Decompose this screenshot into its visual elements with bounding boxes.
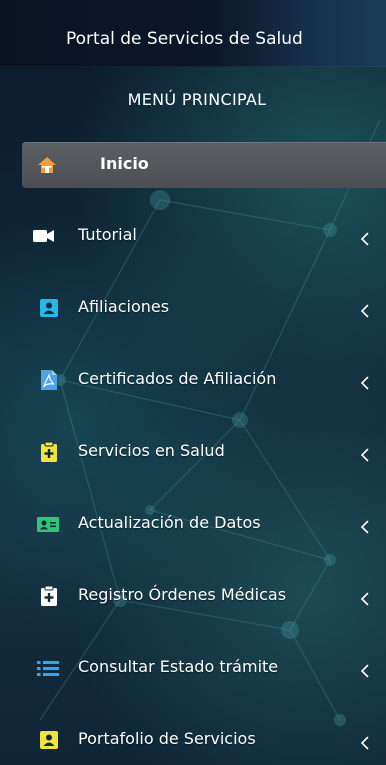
chevron-left-icon <box>360 232 370 246</box>
menu-item-label: Portafolio de Servicios <box>78 729 256 748</box>
chevron-left-icon <box>360 520 370 534</box>
home-icon <box>37 155 57 175</box>
menu-item-registro-ordenes[interactable]: Registro Órdenes Médicas <box>0 578 386 614</box>
chevron-left-icon <box>360 664 370 678</box>
medical-clipboard-icon <box>38 585 60 607</box>
menu-item-label: Registro Órdenes Médicas <box>78 585 287 604</box>
menu-item-actualizacion-datos[interactable]: Actualización de Datos <box>0 506 386 542</box>
menu-item-servicios-salud[interactable]: Servicios en Salud <box>0 434 386 470</box>
menu-item-consultar-estado[interactable]: Consultar Estado trámite <box>0 650 386 686</box>
menu-item-label: Consultar Estado trámite <box>78 657 279 676</box>
chevron-left-icon <box>360 376 370 390</box>
menu-header: MENÚ PRINCIPAL <box>127 90 267 109</box>
menu-item-portafolio[interactable]: Portafolio de Servicios <box>0 722 386 758</box>
medical-clipboard-icon <box>38 441 60 463</box>
id-badge-icon <box>38 729 60 751</box>
menu-item-label: Afiliaciones <box>78 297 170 316</box>
chevron-left-icon <box>360 448 370 462</box>
menu-item-label: Tutorial <box>78 225 137 244</box>
id-card-icon <box>36 513 59 535</box>
list-icon <box>36 657 59 679</box>
video-camera-icon <box>32 225 54 247</box>
menu-item-certificados[interactable]: Certificados de Afiliación <box>0 362 386 398</box>
pdf-file-icon <box>38 369 60 391</box>
brand-title: Portal de Servicios de Salud <box>66 29 303 49</box>
chevron-left-icon <box>360 304 370 318</box>
menu-item-label: Inicio <box>100 154 149 173</box>
chevron-left-icon <box>360 592 370 606</box>
menu-item-afiliaciones[interactable]: Afiliaciones <box>0 290 386 326</box>
menu-item-inicio[interactable]: Inicio <box>22 142 386 188</box>
sidebar: Portal de Servicios de Salud MENÚ PRINCI… <box>0 0 386 765</box>
menu-item-label: Actualización de Datos <box>78 513 261 532</box>
chevron-left-icon <box>360 736 370 750</box>
menu-item-label: Certificados de Afiliación <box>78 369 277 388</box>
brand-header: Portal de Servicios de Salud <box>0 0 386 67</box>
menu-item-tutorial[interactable]: Tutorial <box>0 218 386 254</box>
menu-item-label: Servicios en Salud <box>78 441 225 460</box>
id-badge-icon <box>38 297 60 319</box>
